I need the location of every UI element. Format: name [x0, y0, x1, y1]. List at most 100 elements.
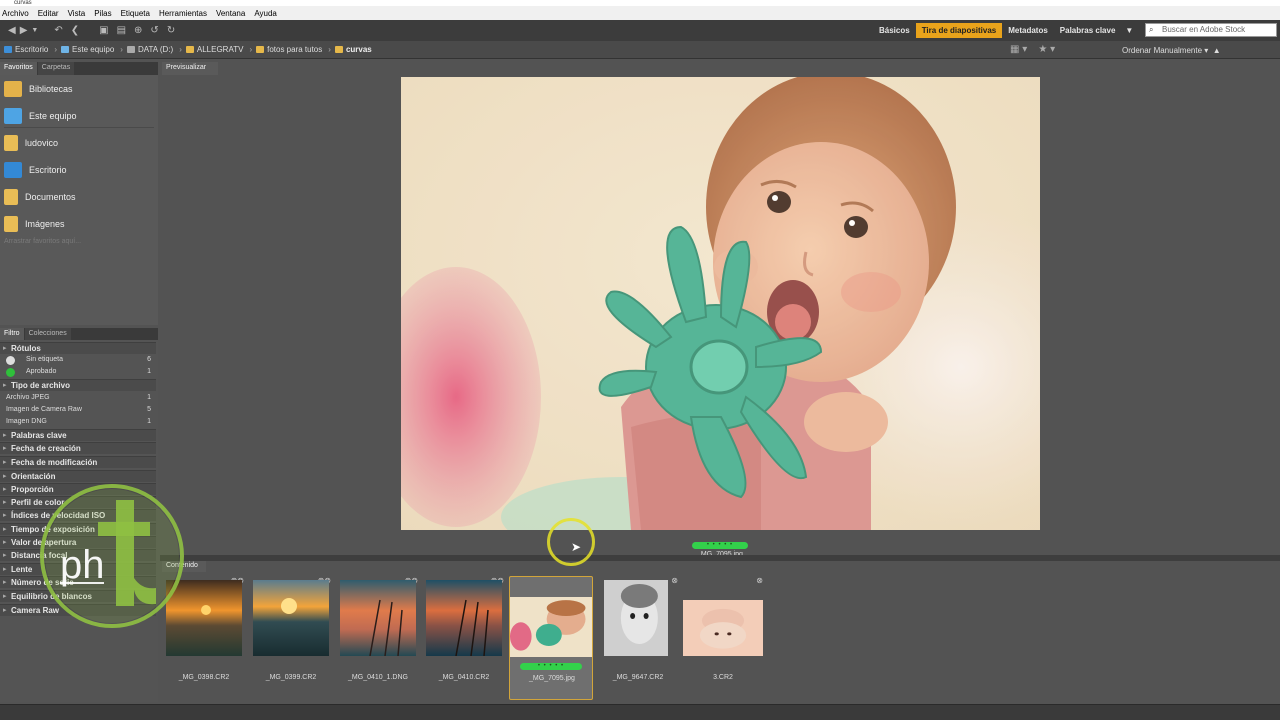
thumbnail-name: _MG_7095.jpg [529, 675, 575, 682]
filter-section[interactable]: Fecha de creación [0, 442, 156, 454]
thumbnail-name: 3.CR2 [713, 674, 733, 681]
sunset-photo-icon [253, 580, 329, 656]
breadcrumb-item[interactable]: Este equipo [61, 45, 114, 54]
mouse-pointer-icon: ➤ [571, 540, 582, 554]
menu-bar: Archivo Editar Vista Pilas Etiqueta Herr… [0, 6, 1280, 20]
thumbnail-name: _MG_9647.CR2 [612, 674, 664, 681]
favorite-este-equipo[interactable]: Este equipo [4, 104, 154, 128]
tab-favoritos[interactable]: Favoritos [0, 62, 37, 75]
filter-row[interactable]: Sin etiqueta 6 [0, 354, 156, 366]
tab-colecciones[interactable]: Colecciones [24, 328, 71, 340]
svg-text:ph: ph [60, 543, 105, 587]
thumbnail-name: _MG_0399.CR2 [265, 674, 317, 681]
rating-stars[interactable]: • • • • • [692, 542, 748, 549]
sunset-photo-icon [340, 580, 416, 656]
favorite-documentos[interactable]: Documentos [4, 185, 154, 209]
filter-section-rotulos[interactable]: Rótulos [0, 342, 156, 354]
camera-import-icon[interactable]: ❮ [71, 25, 79, 36]
favorite-escritorio[interactable]: Escritorio [4, 158, 154, 182]
approved-icon [6, 368, 15, 377]
favorites-hint: Arrastrar favoritos aquí... [4, 238, 82, 245]
filter-row[interactable]: Archivo JPEG 1 [0, 392, 156, 404]
menu-vista[interactable]: Vista [68, 9, 86, 18]
favorite-imagenes[interactable]: Imágenes [4, 212, 154, 236]
menu-herramientas[interactable]: Herramientas [159, 9, 207, 18]
library-icon [4, 81, 22, 97]
breadcrumb-item[interactable]: fotos para tutos [256, 45, 322, 54]
view-mode-icon[interactable]: ▦ ▾ ★ ▾ [1010, 44, 1055, 55]
thumbnail-name: _MG_0410.CR2 [438, 674, 490, 681]
menu-editar[interactable]: Editar [38, 9, 59, 18]
menu-ventana[interactable]: Ventana [216, 9, 245, 18]
breadcrumb-item-current[interactable]: curvas [334, 45, 372, 54]
boomerang-icon[interactable]: ↶ [54, 25, 62, 36]
breadcrumb-item[interactable]: DATA (D:) [126, 45, 173, 54]
favorites-panel: Bibliotecas Este equipo ludovico Escrito… [0, 75, 158, 325]
history-dropdown-icon[interactable]: ▼ [31, 27, 38, 34]
get-photos-icon[interactable]: ⊕ [134, 25, 142, 36]
rotate-right-icon[interactable]: ↻ [167, 25, 175, 36]
filter-section[interactable]: Palabras clave [0, 429, 156, 441]
filter-tabs: Filtro Colecciones [0, 328, 158, 340]
thumbnail-name: _MG_0410_1.DNG [348, 674, 408, 681]
rating-stars[interactable]: • • • • • [520, 663, 582, 670]
baby-photo-icon [683, 600, 763, 656]
tab-filtro[interactable]: Filtro [0, 328, 24, 340]
stock-search-input[interactable]: ⌕ Buscar en Adobe Stock [1145, 23, 1277, 37]
search-icon: ⌕ [1149, 25, 1154, 34]
no-label-icon [6, 356, 15, 365]
preview-image[interactable] [401, 77, 1040, 530]
menu-pilas[interactable]: Pilas [94, 9, 111, 18]
thumbnail-item[interactable]: ⊗ 3.CR2 [681, 576, 765, 700]
sort-dropdown[interactable]: Ordenar Manualmente ▾ ▲ [1122, 46, 1221, 55]
forward-icon[interactable]: ▶ [20, 25, 28, 36]
filter-row[interactable]: Imagen DNG 1 [0, 416, 156, 428]
baby-bw-photo-icon [604, 580, 668, 656]
pictures-icon [4, 216, 18, 232]
tab-previsualizar[interactable]: Previsualizar [162, 62, 218, 75]
filter-section[interactable]: Fecha de modificación [0, 456, 156, 468]
computer-icon [4, 107, 22, 124]
menu-etiqueta[interactable]: Etiqueta [121, 9, 150, 18]
filter-row[interactable]: Aprobado 1 [0, 366, 156, 378]
menu-archivo[interactable]: Archivo [2, 9, 29, 18]
breadcrumb-item[interactable]: Escritorio [4, 45, 48, 54]
thumbnail-name: _MG_0398.CR2 [178, 674, 230, 681]
tab-carpetas[interactable]: Carpetas [37, 62, 75, 75]
breadcrumb-item[interactable]: ALLEGRATV [185, 45, 243, 54]
favorites-tabs: Favoritos Carpetas [0, 62, 158, 75]
thumbnail-item[interactable]: ⊗⊗ _MG_0410_1.DNG [336, 576, 420, 700]
thumbnail-item[interactable]: ⊗ _MG_9647.CR2 [596, 576, 680, 700]
workspace-basicos[interactable]: Básicos [873, 23, 916, 38]
status-bar [0, 704, 1280, 720]
stack-badge-icon: ⊗ [671, 576, 678, 585]
workspace-switcher: Básicos Tira de diapositivas Metadatos P… [873, 23, 1137, 38]
workspace-metadatos[interactable]: Metadatos [1002, 23, 1054, 38]
back-icon[interactable]: ◀ [8, 25, 16, 36]
workspace-palabras-clave[interactable]: Palabras clave [1054, 23, 1122, 38]
documents-icon [4, 189, 18, 205]
user-folder-icon [4, 135, 18, 151]
panel-splitter[interactable] [160, 555, 1280, 561]
stack-badge-icon: ⊗ [756, 576, 763, 585]
refine-icon[interactable]: ▣ [99, 25, 108, 36]
open-recent-icon[interactable]: ▤ [117, 25, 126, 36]
toolbar: ◀ ▶ ▼ ↶ ❮ ▣ ▤ ⊕ ↺ ↻ Básicos Tira de diap… [0, 20, 1280, 41]
filter-section-tipo-archivo[interactable]: Tipo de archivo [0, 379, 156, 391]
desktop-icon [4, 162, 22, 178]
stock-search-placeholder: Buscar en Adobe Stock [1162, 25, 1246, 34]
workspace-tira-diapositivas[interactable]: Tira de diapositivas [915, 23, 1003, 38]
filter-row[interactable]: Imagen de Camera Raw 5 [0, 404, 156, 416]
workspace-dropdown-icon[interactable]: ▼ [1121, 26, 1137, 35]
menu-ayuda[interactable]: Ayuda [254, 9, 277, 18]
thumbnail-item-selected[interactable]: • • • • • _MG_7095.jpg [509, 576, 593, 700]
watermark-logo: ph [38, 478, 186, 634]
thumbnail-item[interactable]: ⊗⊗ _MG_0399.CR2 [249, 576, 333, 700]
rotate-left-icon[interactable]: ↺ [150, 25, 158, 36]
breadcrumb: Escritorio › Este equipo › DATA (D:) › ALLE… [0, 41, 1280, 59]
sunset-photo-icon [426, 580, 502, 656]
favorite-bibliotecas[interactable]: Bibliotecas [4, 77, 154, 101]
baby-photo-icon [510, 597, 592, 657]
favorite-ludovico[interactable]: ludovico [4, 131, 154, 155]
thumbnail-item[interactable]: ⊗⊗ _MG_0410.CR2 [422, 576, 506, 700]
